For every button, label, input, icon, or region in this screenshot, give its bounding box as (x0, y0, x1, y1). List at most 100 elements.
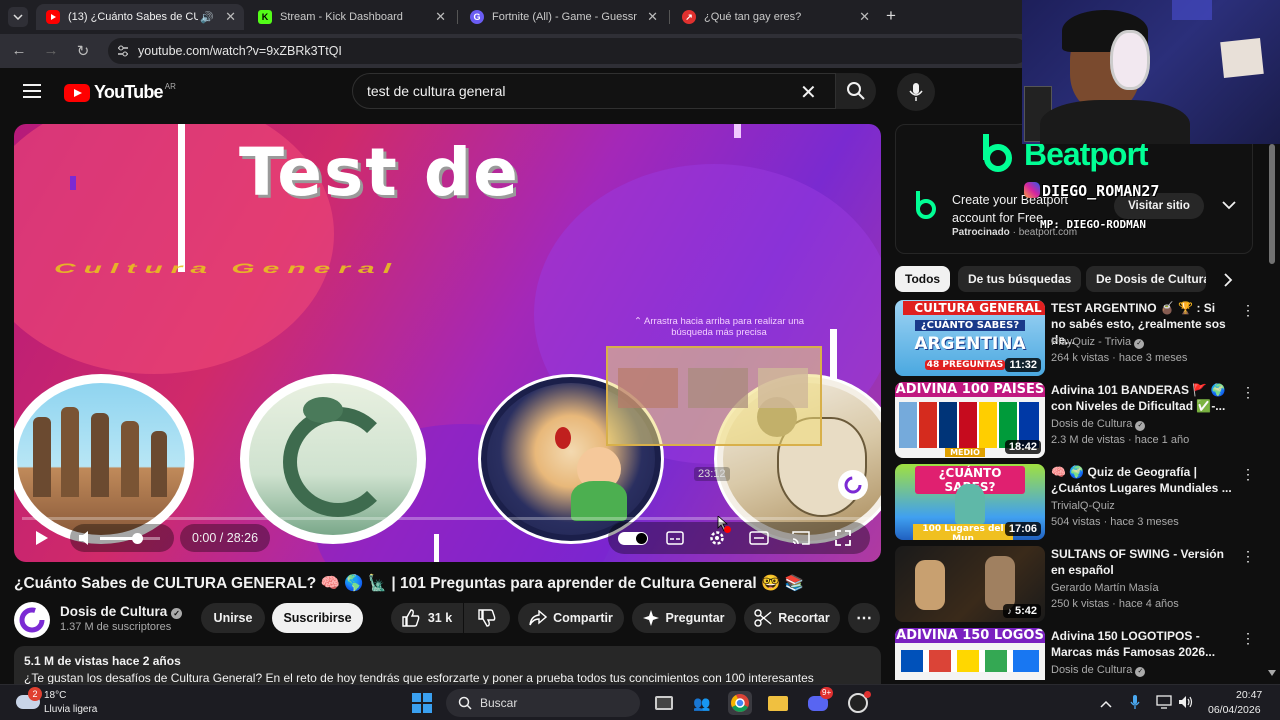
chip-all[interactable]: Todos (895, 266, 951, 292)
chrome-icon[interactable] (728, 691, 752, 715)
filter-chips: Todos De tus búsquedas De Dosis de Cultu… (895, 266, 1255, 294)
notification-bell-icon[interactable] (1268, 697, 1276, 707)
logo-text: YouTube (94, 82, 164, 102)
recommendation-item[interactable]: ¿CUÁNTO SABES? 100 Lugares del Mun 17:06… (895, 464, 1255, 540)
task-view-icon[interactable] (652, 691, 676, 715)
decorative-bar (734, 124, 741, 138)
volume-knob[interactable] (132, 533, 143, 544)
close-tab-icon[interactable]: ✕ (225, 9, 236, 25)
dislike-button[interactable] (464, 603, 510, 633)
close-tab-icon[interactable]: ✕ (647, 9, 658, 25)
obs-icon[interactable] (846, 691, 871, 715)
recommendation-thumbnail[interactable]: ADIVINA 150 LOGOS (895, 628, 1045, 680)
country-code: AR (164, 82, 176, 91)
instagram-icon (1024, 182, 1040, 198)
search-input[interactable]: test de cultura general (352, 73, 836, 109)
volume-control[interactable] (70, 524, 174, 552)
menu-icon[interactable] (23, 84, 41, 98)
discord-icon[interactable]: 9+ (806, 687, 834, 715)
recommendation-thumbnail[interactable]: CULTURA GENERAL ¿CUÁNTO SABES? ARGENTINA… (895, 300, 1045, 376)
settings-button[interactable] (700, 522, 734, 554)
chip-from-channel[interactable]: De Dosis de Cultura (1086, 266, 1206, 292)
more-options-icon[interactable]: ⋮ (1241, 466, 1255, 483)
fullscreen-button[interactable] (826, 522, 860, 554)
volume-slider[interactable] (100, 537, 160, 540)
channel-watermark[interactable] (838, 470, 868, 500)
tab-youtube[interactable]: (13) ¿Cuánto Sabes de CULT 🔊 ✕ (36, 4, 244, 30)
join-button[interactable]: Unirse (201, 603, 265, 633)
more-actions-button[interactable]: ⋯ (848, 603, 880, 633)
recommendation-meta: 264 k vistas · hace 3 meses (1051, 352, 1188, 364)
tray-overflow-icon[interactable] (1100, 695, 1112, 713)
mic-tray-icon[interactable] (1130, 694, 1140, 715)
start-button[interactable] (410, 691, 434, 715)
clip-button[interactable]: Recortar (744, 603, 840, 633)
duration-badge: 11:32 (1005, 358, 1041, 372)
clock-time[interactable]: 20:47 (1236, 689, 1262, 701)
speaker-tray-icon[interactable] (1178, 695, 1194, 714)
description-box[interactable]: 5.1 M de vistas hace 2 años ¿Te gustan l… (14, 646, 881, 686)
network-icon[interactable] (1156, 695, 1172, 714)
clock-date[interactable]: 06/04/2026 (1208, 704, 1261, 716)
voice-search-button[interactable] (897, 73, 935, 111)
beatport-logo-icon (983, 134, 1012, 172)
ask-button[interactable]: Preguntar (632, 603, 736, 633)
tab-quiz[interactable]: ↗ ¿Qué tan gay eres? ✕ (672, 4, 878, 30)
cast-button[interactable] (784, 522, 818, 554)
view-stats: 5.1 M de vistas hace 2 años (24, 654, 181, 668)
subtitles-button[interactable] (658, 522, 692, 554)
chips-next-icon[interactable] (1223, 272, 1233, 293)
recommendation-title[interactable]: Adivina 150 LOGOTIPOS - Marcas más Famos… (1051, 628, 1233, 660)
recommendation-item[interactable]: ADIVINA 100 PAÍSES MEDIO 18:42 Adivina 1… (895, 382, 1255, 458)
close-tab-icon[interactable]: ✕ (859, 9, 870, 25)
subscribe-button[interactable]: Suscribirse (272, 603, 363, 633)
more-options-icon[interactable]: ⋮ (1241, 630, 1255, 647)
file-explorer-icon[interactable] (766, 691, 790, 715)
recommendation-channel: TrivialQ-Quiz (1051, 500, 1115, 512)
more-options-icon[interactable]: ⋮ (1241, 548, 1255, 565)
search-button[interactable] (836, 73, 876, 109)
recommendation-thumbnail[interactable]: ¿CUÁNTO SABES? 100 Lugares del Mun 17:06 (895, 464, 1045, 540)
clear-search-icon[interactable]: ✕ (800, 80, 817, 105)
site-info-icon[interactable] (116, 44, 130, 61)
youtube-logo[interactable]: YouTube AR (64, 82, 176, 103)
recommendation-title[interactable]: SULTANS OF SWING - Versión en español (1051, 546, 1233, 578)
tab-kick[interactable]: K Stream - Kick Dashboard ✕ (248, 4, 454, 30)
channel-avatar[interactable] (14, 602, 50, 638)
new-tab-button[interactable]: + (886, 6, 896, 26)
theater-mode-button[interactable] (742, 522, 776, 554)
channel-name[interactable]: Dosis de Cultura ✓ (60, 604, 183, 619)
weather-widget[interactable]: 2 18°C Lluvia ligera (14, 687, 134, 719)
recommendation-thumbnail[interactable]: ADIVINA 100 PAÍSES MEDIO 18:42 (895, 382, 1045, 458)
forward-button[interactable]: → (42, 42, 60, 59)
progress-bar[interactable] (22, 517, 873, 520)
back-button[interactable]: ← (10, 42, 28, 59)
close-tab-icon[interactable]: ✕ (435, 9, 446, 25)
speaker-icon[interactable]: 🔊 (200, 11, 214, 24)
sidebar-scrollbar[interactable] (1268, 124, 1276, 680)
chevron-down-icon (13, 14, 23, 20)
recommendation-item[interactable]: CULTURA GENERAL ¿CUÁNTO SABES? ARGENTINA… (895, 300, 1255, 376)
recommendation-title[interactable]: Adivina 101 BANDERAS 🚩 🌍 con Niveles de … (1051, 382, 1233, 414)
recommendation-title[interactable]: 🧠 🌍 Quiz de Geografía | ¿Cuántos Lugares… (1051, 464, 1233, 496)
url-bar[interactable]: youtube.com/watch?v=9xZBRk3TtQI (108, 38, 1028, 64)
play-button[interactable] (22, 522, 62, 554)
autoplay-toggle[interactable] (616, 522, 650, 554)
recommendation-item[interactable]: ADIVINA 150 LOGOS Adivina 150 LOGOTIPOS … (895, 628, 1255, 680)
chip-from-searches[interactable]: De tus búsquedas (958, 266, 1082, 292)
expand-ad-icon[interactable] (1222, 197, 1236, 215)
taskbar-search[interactable]: Buscar (446, 689, 640, 717)
swipe-hint: ⌃ Arrastra hacia arriba para realizar un… (633, 316, 805, 338)
recommendation-thumbnail[interactable]: ♪ 5:42 (895, 546, 1045, 622)
reload-button[interactable]: ↻ (74, 42, 92, 60)
tab-list-button[interactable] (8, 7, 28, 27)
video-player[interactable]: Test de Cultura General ⌃ Arrastra hacia… (14, 124, 881, 562)
recommendation-item[interactable]: ♪ 5:42 SULTANS OF SWING - Versión en esp… (895, 546, 1255, 622)
tab-fortnite-guessr[interactable]: G Fortnite (All) - Game - Guessr ✕ (460, 4, 666, 30)
more-options-icon[interactable]: ⋮ (1241, 302, 1255, 319)
tab-title: Fortnite (All) - Game - Guessr (492, 11, 637, 23)
like-button[interactable]: 31 k (391, 603, 463, 633)
share-button[interactable]: Compartir (518, 603, 624, 633)
more-options-icon[interactable]: ⋮ (1241, 384, 1255, 401)
teams-icon[interactable]: 👥 (690, 691, 714, 715)
